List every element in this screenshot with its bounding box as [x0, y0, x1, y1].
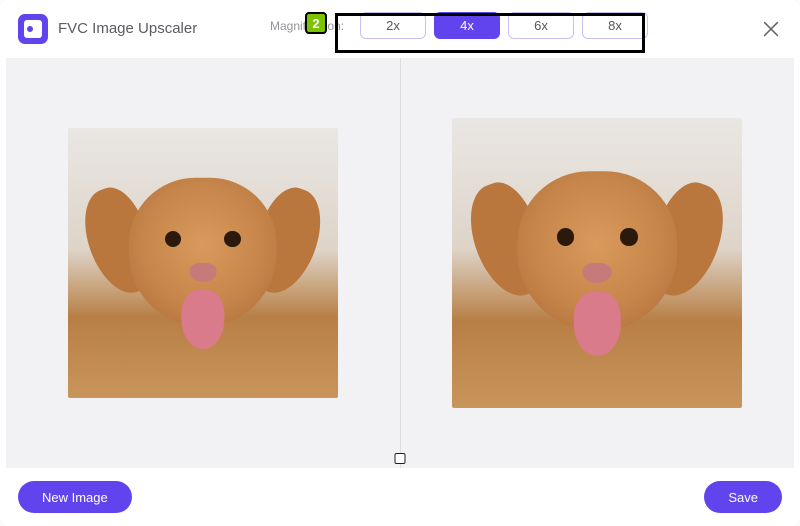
content-area: [6, 58, 794, 468]
original-image[interactable]: [68, 128, 338, 398]
upscaled-image[interactable]: [452, 118, 742, 408]
brand: FVC Image Upscaler: [18, 14, 197, 44]
magnification-options: 2x 4x 6x 8x: [360, 12, 648, 39]
close-icon: [760, 18, 782, 40]
app-title: FVC Image Upscaler: [58, 20, 197, 37]
magnification-8x-button[interactable]: 8x: [582, 12, 648, 39]
new-image-button[interactable]: New Image: [18, 481, 132, 513]
app-window: FVC Image Upscaler Magnification: 2x 4x …: [0, 0, 800, 526]
header-bar: FVC Image Upscaler Magnification: 2x 4x …: [0, 0, 800, 58]
magnification-6x-button[interactable]: 6x: [508, 12, 574, 39]
footer-bar: New Image Save: [0, 468, 800, 526]
app-logo-icon: [18, 14, 48, 44]
original-image-pane: [6, 58, 400, 468]
compare-slider-handle[interactable]: [395, 453, 406, 464]
save-button[interactable]: Save: [704, 481, 782, 513]
upscaled-image-pane: [401, 58, 795, 468]
magnification-4x-button[interactable]: 4x: [434, 12, 500, 39]
magnification-2x-button[interactable]: 2x: [360, 12, 426, 39]
tutorial-step-badge: 2: [305, 12, 327, 34]
close-button[interactable]: [760, 18, 782, 40]
